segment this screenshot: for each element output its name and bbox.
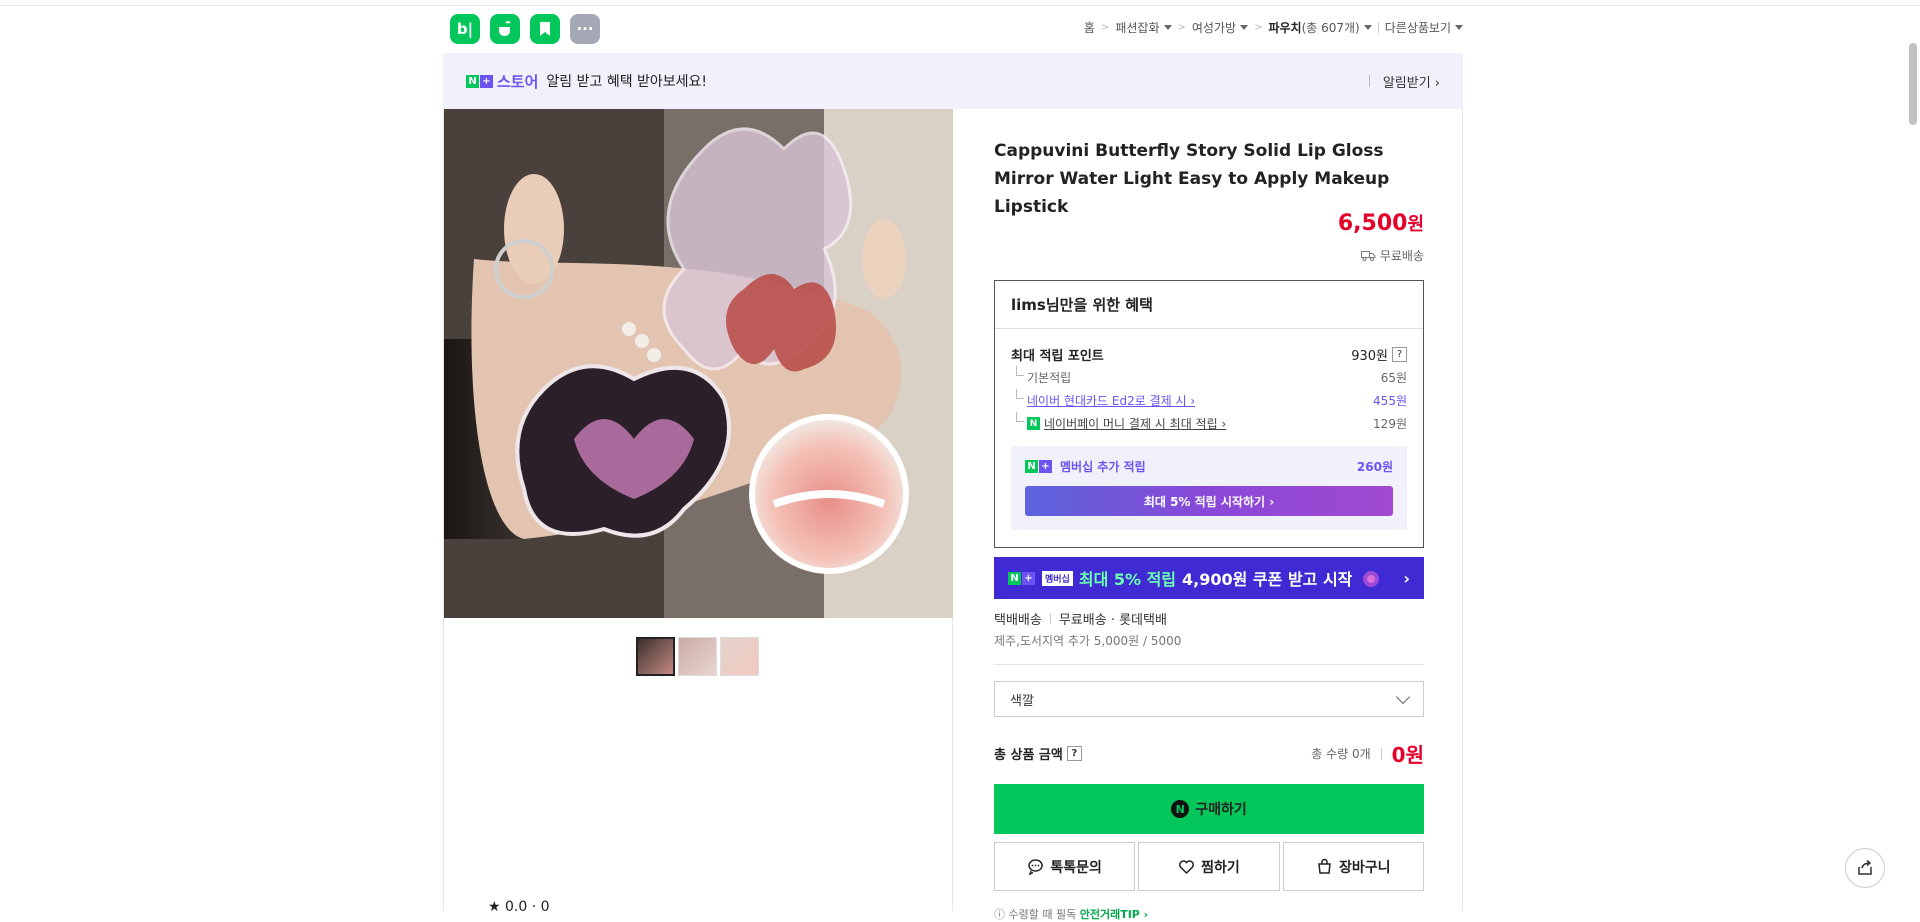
points-row-npay: N 네이버페이 머니 결제 시 최대 적립 › 129원 (1011, 412, 1407, 432)
scrollbar-thumb[interactable] (1909, 43, 1917, 125)
app-shortcuts: b| ··· (450, 14, 600, 44)
delivery-info: 택배배송 무료배송 · 롯데택배 (994, 613, 1167, 628)
bag-icon (1318, 858, 1331, 874)
total-price-row: 총 상품 금액? 총 수량 0개 0원 (994, 743, 1424, 767)
store-label: 스토어 (497, 72, 539, 91)
nplus-logo-icon: N + (466, 74, 493, 88)
rating-summary: ★ 0.0 · 0 (488, 899, 550, 915)
color-option-select[interactable]: 색깔 (994, 681, 1424, 717)
more-icon[interactable]: ··· (570, 14, 600, 44)
product-title: Cappuvini Butterfly Story Solid Lip Glos… (994, 141, 1390, 217)
caret-down-icon (1363, 25, 1372, 30)
wishlist-button[interactable]: 찜하기 (1138, 842, 1280, 891)
notify-text: 알림 받고 혜택 받아보세요! (546, 74, 708, 90)
notify-banner: N + 스토어 알림 받고 혜택 받아보세요! 알림받기 › (443, 53, 1463, 109)
crumb-fashion[interactable]: 패션잡화 (1115, 19, 1172, 36)
crumb-home[interactable]: 홈 (1084, 19, 1095, 36)
product-frame: ★ 0.0 · 0 Cappuvini Butterfly Story Soli… (443, 109, 1463, 921)
product-page: b| ··· 홈 > 패션잡화 > 여성가방 > 파우치 (총 607개) 다른상… (443, 6, 1463, 921)
breadcrumb: 홈 > 패션잡화 > 여성가방 > 파우치 (총 607개) 다른상품보기 (1084, 19, 1463, 36)
secondary-actions: 톡톡문의 찜하기 장바구니 (994, 842, 1424, 891)
truck-icon (1360, 251, 1376, 261)
max-points-row: 최대 적립 포인트 930원? (1011, 345, 1407, 364)
cafe-icon[interactable] (490, 14, 520, 44)
membership-start-button[interactable]: 최대 5% 적립 시작하기 › (1025, 486, 1393, 516)
nplus-logo-icon: N + (1008, 571, 1035, 585)
product-main-image[interactable] (444, 109, 953, 618)
safety-tip-link[interactable]: 안전거래TIP › (1080, 908, 1149, 921)
chat-icon (1028, 859, 1044, 875)
help-icon[interactable]: ? (1066, 746, 1082, 761)
safety-tip: ⓘ 수령할 때 필독 안전거래TIP › (994, 908, 1149, 921)
points-row-card: 네이버 현대카드 Ed2로 결제 시 › 455원 (1011, 389, 1407, 409)
npay-icon: N (1027, 417, 1040, 430)
chevron-down-icon (1395, 689, 1411, 704)
product-price: 6,500원 (1337, 211, 1424, 236)
card-benefit-link[interactable]: 네이버 현대카드 Ed2로 결제 시 › (1027, 392, 1195, 409)
delivery-extra: 제주,도서지역 추가 5,000원 / 5000 (994, 634, 1182, 648)
thumbnail-3[interactable] (720, 637, 759, 676)
caret-down-icon (1240, 25, 1249, 30)
benefit-header: lims님만을 위한 혜택 (1011, 296, 1153, 314)
bookmark-icon[interactable] (530, 14, 560, 44)
caret-down-icon (1163, 25, 1172, 30)
crumb-pouch[interactable]: 파우치 (총 607개) (1268, 19, 1372, 36)
benefit-box: lims님만을 위한 혜택 최대 적립 포인트 930원? 기본적립 65원 네이… (994, 280, 1424, 548)
crumb-womens-bags[interactable]: 여성가방 (1192, 19, 1249, 36)
gift-icon (1363, 571, 1380, 587)
membership-box: N + 멤버십 추가 적립 260원 최대 5% 적립 시작하기 › (1011, 446, 1407, 530)
thumbnail-2[interactable] (678, 637, 717, 676)
membership-coupon-banner[interactable]: N + 멤버십 최대 5% 적립 4,900원 쿠폰 받고 시작 › (994, 557, 1424, 599)
share-button[interactable] (1845, 848, 1885, 888)
thumbnail-1[interactable] (636, 637, 675, 676)
heart-icon (1179, 860, 1195, 875)
points-row-basic: 기본적립 65원 (1011, 366, 1407, 386)
nplus-logo-icon: N + (1025, 460, 1052, 473)
notify-button[interactable]: 알림받기 › (1368, 72, 1440, 91)
talk-inquiry-button[interactable]: 톡톡문의 (994, 842, 1136, 891)
share-icon (1858, 859, 1872, 875)
crumb-other-products[interactable]: 다른상품보기 (1385, 19, 1463, 36)
chevron-right-icon: › (1403, 568, 1410, 588)
caret-down-icon (1455, 25, 1463, 30)
cart-button[interactable]: 장바구니 (1282, 842, 1424, 891)
npay-benefit-link[interactable]: 네이버페이 머니 결제 시 최대 적립 › (1044, 415, 1226, 432)
thumbnail-list (636, 637, 759, 676)
shipping-info: 무료배송 (1360, 247, 1424, 264)
buy-button[interactable]: N 구매하기 (994, 784, 1424, 834)
blog-icon[interactable]: b| (450, 14, 480, 44)
help-icon[interactable]: ? (1392, 347, 1407, 362)
npay-icon: N (1171, 800, 1190, 818)
